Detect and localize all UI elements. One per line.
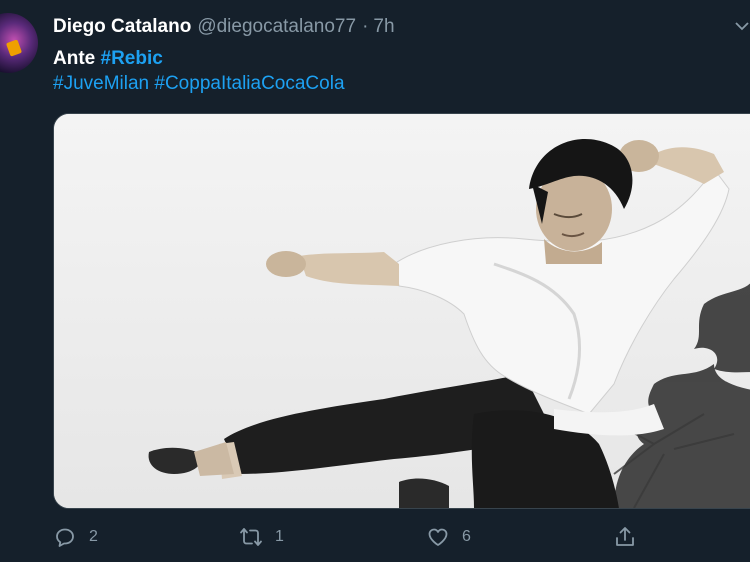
tweet-text-line-1: Ante #Rebic — [53, 46, 345, 71]
tweet[interactable]: Diego Catalano @diegocatalano77 · 7h Ant… — [0, 0, 750, 562]
like-count: 6 — [462, 528, 471, 545]
share-icon — [616, 527, 634, 546]
photo-image — [54, 114, 750, 508]
tweet-word: Ante — [53, 48, 96, 69]
tweet-text: Ante #Rebic #JuveMilan #CoppaItaliaCocaC… — [53, 46, 345, 96]
retweet-button[interactable]: 1 — [239, 520, 284, 554]
author-handle[interactable]: @diegocatalano77 — [197, 16, 356, 38]
avatar[interactable] — [0, 13, 38, 73]
heart-icon — [428, 528, 448, 546]
avatar-detail — [5, 39, 23, 57]
header-separator: · — [362, 16, 369, 37]
tweet-photo[interactable] — [53, 113, 750, 509]
tweet-header: Diego Catalano @diegocatalano77 · 7h — [53, 14, 395, 40]
retweet-icon — [240, 528, 262, 546]
hashtag-rebic[interactable]: #Rebic — [101, 48, 163, 69]
like-button[interactable]: 6 — [426, 520, 471, 554]
hashtag-coppaitalia[interactable]: #CoppaItaliaCocaCola — [154, 73, 344, 94]
tweet-actions: 2 1 6 — [53, 520, 750, 554]
chevron-down-icon[interactable] — [734, 18, 750, 34]
retweet-count: 1 — [275, 528, 284, 545]
author-display-name[interactable]: Diego Catalano — [53, 16, 191, 38]
reply-button[interactable]: 2 — [53, 520, 98, 554]
tweet-text-line-2: #JuveMilan #CoppaItaliaCocaCola — [53, 71, 345, 96]
share-button[interactable] — [613, 520, 637, 554]
reply-count: 2 — [89, 528, 98, 545]
hashtag-juvemilan[interactable]: #JuveMilan — [53, 73, 149, 94]
tweet-timestamp[interactable]: 7h — [373, 16, 394, 38]
reply-icon — [56, 528, 74, 547]
